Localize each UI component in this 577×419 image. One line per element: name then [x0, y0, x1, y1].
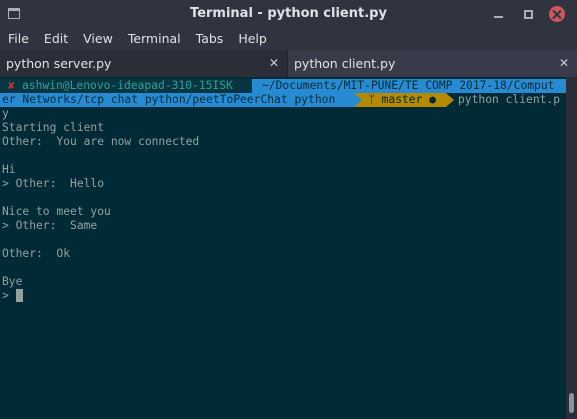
prompt-line-2: er Networks/tcp chat python/peetToPeerCh… — [0, 93, 566, 107]
close-window-button[interactable] — [549, 6, 565, 22]
prompt-command: python client.p — [458, 93, 561, 106]
minimize-button[interactable] — [490, 6, 506, 22]
output-line: > Other: Hello — [2, 177, 105, 190]
tab-label: python server.py — [6, 56, 112, 71]
maximize-icon — [523, 9, 533, 19]
output-line: Other: Ok — [2, 247, 71, 260]
maximize-button[interactable] — [520, 6, 536, 22]
title-bar[interactable]: Terminal - python client.py — [0, 0, 577, 28]
tab-server[interactable]: python server.py ✕ — [0, 50, 287, 77]
command-wrap: y — [2, 107, 9, 120]
terminal-output[interactable]: ashwin@Lenovo-ideapad-310-15ISK ✘ ~/Docu… — [0, 77, 566, 419]
tab-label: python client.py — [294, 56, 396, 71]
terminal-window: Terminal - python client.py File Edit Vi… — [0, 0, 577, 419]
prompt-path-part-1: ~/Documents/MIT-PUNE/TE COMP 2017-18/Com… — [252, 79, 566, 93]
menu-tabs[interactable]: Tabs — [188, 28, 231, 50]
tab-client[interactable]: python client.py ✕ — [287, 50, 577, 77]
menu-file[interactable]: File — [0, 28, 36, 50]
powerline-arrow-icon — [354, 93, 362, 107]
output-line: Other: You are now connected — [2, 135, 200, 148]
terminal-scrollbar[interactable] — [566, 77, 577, 419]
output-line: Hi — [2, 163, 16, 176]
close-icon — [553, 10, 562, 19]
branch-icon: ᛘ — [368, 93, 382, 106]
error-status-icon: ✘ — [8, 79, 15, 92]
tab-close-icon[interactable]: ✕ — [559, 50, 569, 77]
powerline-arrow-icon — [446, 93, 454, 107]
menu-edit[interactable]: Edit — [36, 28, 75, 50]
prompt-line-1: ashwin@Lenovo-ideapad-310-15ISK ✘ ~/Docu… — [0, 79, 566, 93]
minimize-icon — [493, 16, 503, 18]
input-prompt-line: > — [2, 289, 16, 302]
output-line: > Other: Same — [2, 219, 98, 232]
scrollbar-thumb[interactable] — [569, 393, 574, 413]
tab-close-icon[interactable]: ✕ — [269, 50, 279, 77]
tab-bar: python server.py ✕ python client.py ✕ — [0, 50, 577, 77]
prompt-git-branch: ᛘ master ● — [362, 93, 446, 107]
output-line: Nice to meet you — [2, 205, 111, 218]
text-cursor — [16, 289, 23, 302]
menu-view[interactable]: View — [75, 28, 120, 50]
menu-terminal[interactable]: Terminal — [120, 28, 188, 50]
prompt-user-host: ashwin@Lenovo-ideapad-310-15ISK — [0, 79, 252, 93]
output-line: Starting client — [2, 121, 105, 134]
prompt-path-part-2: er Networks/tcp chat python/peetToPeerCh… — [0, 93, 354, 107]
menu-help[interactable]: Help — [230, 28, 274, 50]
menu-bar: File Edit View Terminal Tabs Help — [0, 28, 577, 50]
output-line: Bye — [2, 275, 23, 288]
